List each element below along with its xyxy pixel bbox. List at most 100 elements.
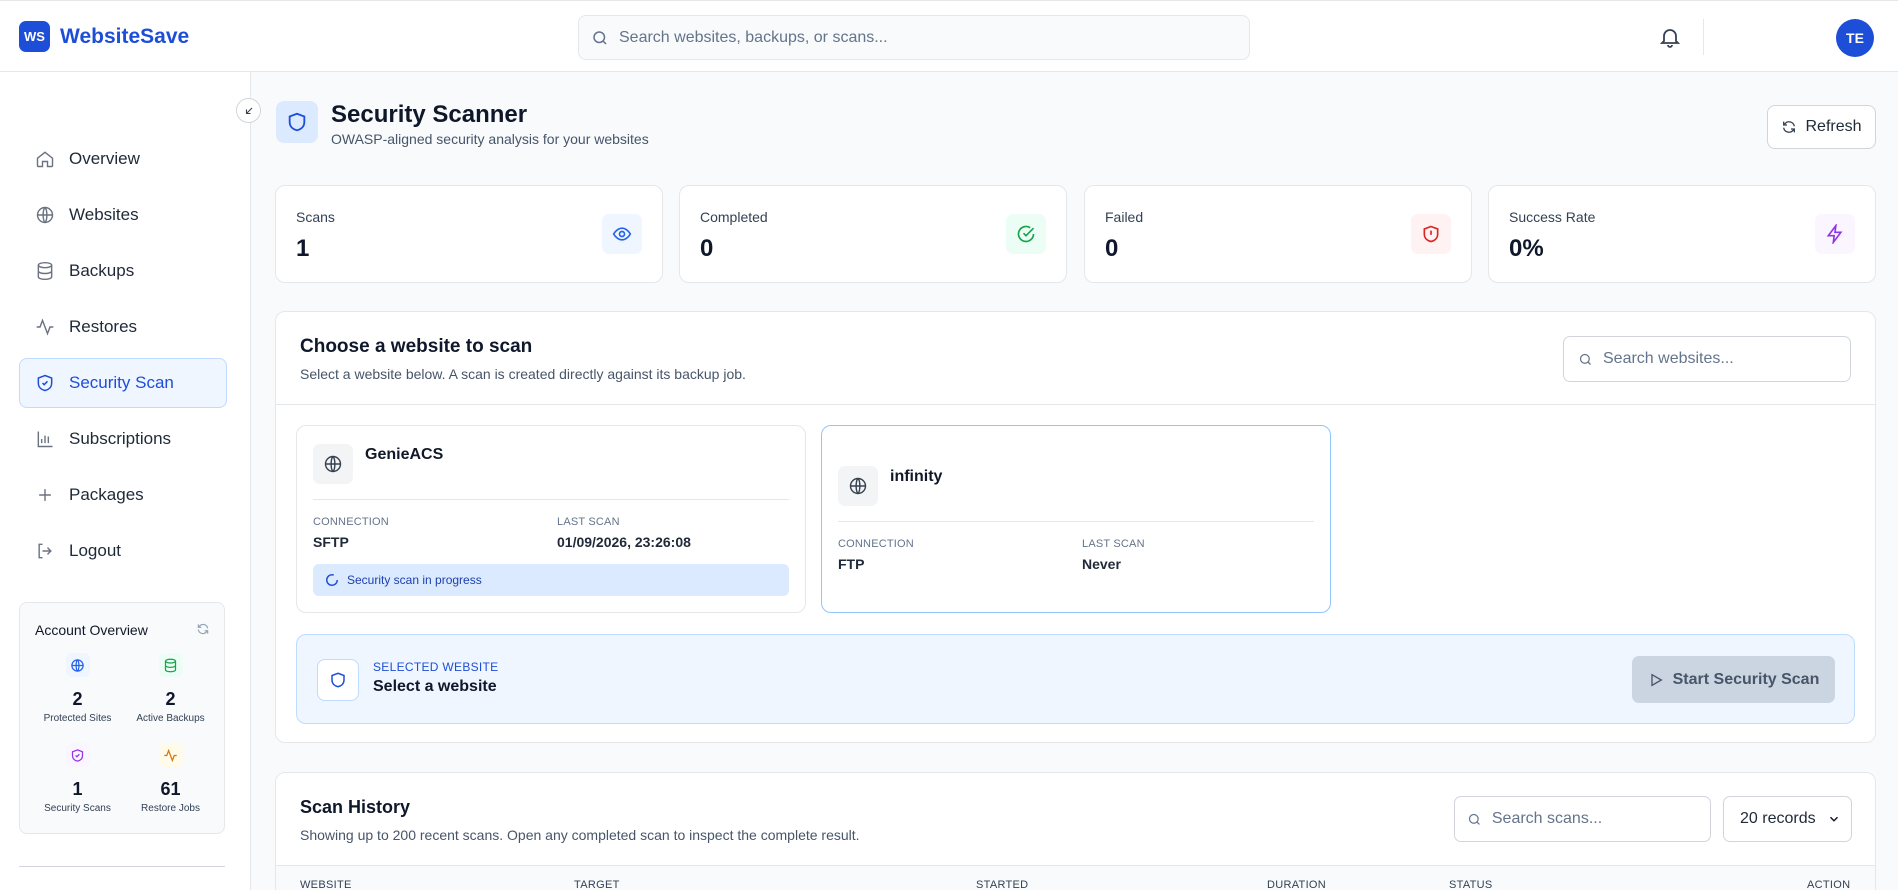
page-shield-icon — [276, 101, 318, 143]
stat-value: 0 — [700, 235, 714, 262]
website-search[interactable] — [1563, 336, 1851, 382]
user-avatar[interactable]: TE — [1836, 19, 1874, 57]
sidebar-item-label: Subscriptions — [69, 429, 172, 448]
site-card-genieacs[interactable]: GenieACS CONNECTION SFTP LAST SCAN 01/09… — [296, 425, 806, 613]
eye-icon — [602, 214, 642, 254]
shield-check-icon — [65, 743, 90, 767]
refresh-button[interactable]: Refresh — [1767, 105, 1876, 149]
selected-website-label: SELECTED WEBSITE — [373, 660, 499, 674]
logout-icon — [38, 543, 52, 559]
search-icon — [1468, 813, 1480, 825]
page-subtitle: OWASP-aligned security analysis for your… — [331, 131, 649, 147]
stat-label: Restore Jobs — [141, 803, 200, 814]
search-icon — [1579, 353, 1591, 365]
stat-label: Active Backups — [136, 713, 205, 724]
stat-value: 2 — [165, 689, 176, 709]
column-header-started[interactable]: STARTED — [976, 879, 1028, 890]
sidebar-item-restores[interactable]: Restores — [19, 302, 227, 352]
database-icon — [158, 653, 183, 677]
stat-value: 1 — [296, 235, 310, 262]
globe-icon — [36, 206, 54, 224]
account-overview: Account Overview 2 Protected Sites 2 Act… — [19, 602, 225, 834]
site-name: GenieACS — [365, 446, 444, 463]
chooser-title: Choose a website to scan — [300, 336, 533, 357]
refresh-icon[interactable] — [196, 622, 210, 636]
bell-icon[interactable] — [1658, 25, 1682, 49]
history-title: Scan History — [300, 797, 411, 817]
website-search-input[interactable] — [1603, 350, 1823, 368]
panel-divider — [276, 404, 1875, 405]
globe-icon — [838, 466, 878, 506]
stat-label: Scans — [296, 209, 335, 225]
sidebar-item-label: Security Scan — [69, 373, 174, 392]
activity-icon — [158, 743, 183, 767]
sidebar: Overview Websites Backups Restores Secur… — [0, 72, 251, 890]
global-search-input[interactable] — [619, 28, 1219, 47]
column-header-action: ACTION — [1807, 879, 1851, 890]
stat-card-completed: Completed 0 — [679, 185, 1067, 283]
scan-status-badge: Security scan in progress — [313, 564, 789, 596]
home-icon — [36, 151, 54, 168]
shield-check-icon — [37, 374, 53, 392]
plus-icon — [39, 489, 51, 501]
spinner-icon — [326, 574, 338, 586]
bar-chart-icon — [37, 431, 53, 448]
scan-history-panel: Scan History Showing up to 200 recent sc… — [275, 772, 1876, 890]
column-header-website[interactable]: WEBSITE — [300, 879, 352, 890]
sidebar-item-websites[interactable]: Websites — [19, 190, 227, 240]
column-header-duration[interactable]: DURATION — [1267, 879, 1326, 890]
zap-icon — [1815, 214, 1855, 254]
stat-card-failed: Failed 0 — [1084, 185, 1472, 283]
app-name: WebsiteSave — [60, 24, 190, 48]
site-card-infinity[interactable]: infinity CONNECTION FTP LAST SCAN Never — [821, 425, 1331, 613]
stat-value: 0% — [1509, 235, 1544, 262]
account-stat-protected-sites: 2 Protected Sites — [31, 653, 124, 724]
last-scan-label: LAST SCAN — [1082, 538, 1145, 550]
site-name: infinity — [890, 468, 943, 485]
scan-search[interactable] — [1454, 796, 1711, 842]
refresh-label: Refresh — [1805, 118, 1862, 135]
connection-label: CONNECTION — [838, 538, 914, 550]
history-table-header: WEBSITE TARGET STARTED DURATION STATUS A… — [276, 865, 1875, 890]
globe-icon — [313, 444, 353, 484]
scan-search-input[interactable] — [1491, 810, 1710, 828]
stat-value: 1 — [72, 779, 83, 799]
sidebar-item-backups[interactable]: Backups — [19, 246, 227, 296]
global-search[interactable] — [578, 15, 1250, 60]
stat-label: Completed — [700, 209, 768, 225]
last-scan-value: 01/09/2026, 23:26:08 — [557, 534, 691, 550]
start-security-scan-button[interactable]: Start Security Scan — [1632, 656, 1835, 703]
play-icon — [1650, 673, 1663, 686]
sidebar-nav: Overview Websites Backups Restores Secur… — [19, 134, 227, 582]
scan-status-text: Security scan in progress — [347, 573, 482, 587]
start-scan-label: Start Security Scan — [1672, 670, 1820, 688]
sidebar-item-logout[interactable]: Logout — [19, 526, 227, 576]
column-header-target[interactable]: TARGET — [574, 879, 620, 890]
refresh-icon — [1783, 121, 1796, 133]
collapse-sidebar-button[interactable] — [236, 98, 261, 123]
activity-icon — [36, 318, 54, 336]
sidebar-item-label: Restores — [69, 317, 138, 336]
account-stat-restore-jobs: 61 Restore Jobs — [124, 743, 217, 814]
selected-website-value: Select a website — [373, 678, 497, 695]
connection-label: CONNECTION — [313, 516, 389, 528]
account-stat-security-scans: 1 Security Scans — [31, 743, 124, 814]
sidebar-item-security-scan[interactable]: Security Scan — [19, 358, 227, 408]
sidebar-item-packages[interactable]: Packages — [19, 470, 227, 520]
sidebar-item-subscriptions[interactable]: Subscriptions — [19, 414, 227, 464]
stat-value: 61 — [160, 779, 181, 799]
last-scan-value: Never — [1082, 556, 1121, 572]
sidebar-item-overview[interactable]: Overview — [19, 134, 227, 184]
stat-value: 2 — [72, 689, 83, 709]
page-title: Security Scanner — [331, 101, 528, 128]
column-header-status[interactable]: STATUS — [1449, 879, 1493, 890]
stat-value: 0 — [1105, 235, 1119, 262]
collapse-arrow-icon — [245, 107, 252, 114]
app-logo[interactable]: WS WebsiteSave — [19, 21, 189, 52]
records-per-page-select[interactable]: 20 records — [1723, 796, 1852, 842]
sidebar-item-label: Packages — [69, 485, 144, 504]
history-subtitle: Showing up to 200 recent scans. Open any… — [300, 827, 860, 843]
card-divider — [313, 499, 789, 500]
sidebar-item-label: Overview — [69, 149, 140, 168]
sidebar-item-label: Websites — [69, 205, 139, 224]
